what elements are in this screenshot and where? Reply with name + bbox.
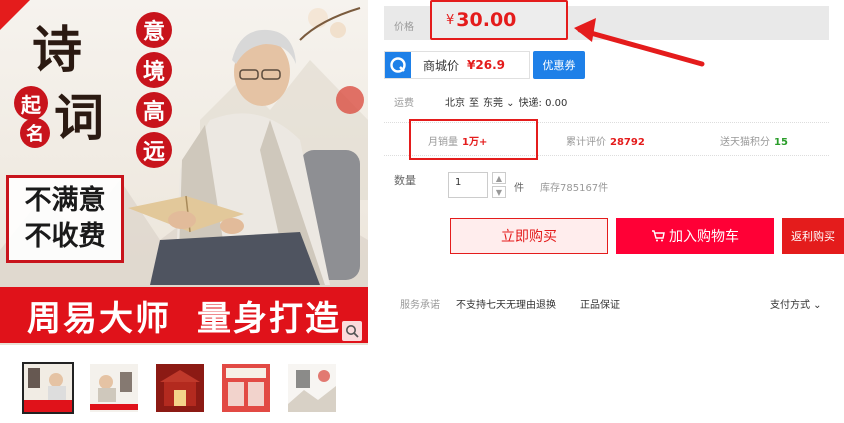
chevron-down-icon: ⌄ bbox=[810, 300, 822, 311]
payment-method-select[interactable]: 支付方式 ⌄ bbox=[770, 296, 822, 311]
product-info-panel: 价格 ¥ 30.00 商城价 ¥26.9 优惠券 运费 北京 至 东莞 ⌄ 快递… bbox=[384, 0, 844, 423]
promise-line-1: 不满意 bbox=[24, 185, 106, 216]
service-label: 服务承诺 bbox=[400, 300, 440, 311]
service-item-2: 正品保证 bbox=[580, 300, 620, 311]
quantity-unit: 件 bbox=[514, 183, 524, 194]
mall-price-label: 商城价 bbox=[423, 58, 460, 73]
points-label: 送天猫积分 bbox=[720, 137, 770, 148]
side-seal-1: 起 bbox=[14, 86, 48, 120]
reviews-value: 28792 bbox=[610, 137, 645, 148]
buy-now-button[interactable]: 立即购买 bbox=[450, 218, 608, 254]
zoom-icon[interactable] bbox=[342, 321, 362, 341]
product-banner: 周易大师 量身打造 bbox=[0, 287, 368, 343]
service-item-1: 不支持七天无理由退换 bbox=[456, 300, 556, 311]
title-char-1: 诗 bbox=[32, 20, 82, 79]
cart-icon bbox=[652, 230, 665, 242]
payment-label: 支付方式 bbox=[770, 300, 810, 311]
points-value: 15 bbox=[774, 137, 788, 148]
tmall-points: 送天猫积分 15 bbox=[720, 133, 788, 148]
shipping-method: 快递: 0.00 bbox=[518, 98, 568, 109]
promise-line-2: 不收费 bbox=[24, 221, 106, 252]
mall-price-value: ¥26.9 bbox=[467, 58, 505, 72]
product-gallery: 诗 词 起 名 意 境 高 远 不满意 不收费 周易大师 量身打造 bbox=[0, 0, 368, 423]
price-label: 价格 bbox=[394, 22, 414, 33]
thumbnail-4[interactable] bbox=[220, 362, 272, 414]
seal-char-1: 意 bbox=[136, 12, 172, 48]
add-to-cart-label: 加入购物车 bbox=[669, 229, 739, 245]
rebate-buy-button[interactable]: 返利购买 bbox=[782, 218, 844, 254]
reviews-label: 累计评价 bbox=[566, 137, 606, 148]
coupon-button[interactable]: 优惠券 bbox=[533, 51, 585, 79]
quantity-input[interactable]: 1 bbox=[448, 172, 488, 198]
mall-price-number: 26.9 bbox=[475, 58, 505, 72]
chevron-down-icon: ⌄ bbox=[503, 98, 515, 109]
price-currency: ¥ bbox=[446, 12, 455, 28]
seal-char-3: 高 bbox=[136, 92, 172, 128]
seal-char-4: 远 bbox=[136, 132, 172, 168]
shipping-to-word: 至 bbox=[469, 98, 479, 109]
tmall-logo-icon bbox=[385, 52, 411, 78]
thumbnail-1[interactable] bbox=[22, 362, 74, 414]
annotation-arrow-icon bbox=[574, 18, 705, 67]
thumbnail-strip bbox=[22, 362, 338, 414]
price-value: 30.00 bbox=[456, 9, 517, 31]
shipping-from: 北京 bbox=[445, 98, 465, 109]
shipping-label: 运费 bbox=[394, 98, 414, 109]
shipping-destination: 东莞 bbox=[483, 98, 503, 109]
banner-right-text: 量身打造 bbox=[197, 298, 341, 339]
shipping-destination-select[interactable]: 东莞 ⌄ bbox=[483, 94, 515, 109]
quantity-increase-button[interactable]: ▲ bbox=[492, 172, 506, 184]
quantity-label: 数量 bbox=[394, 174, 416, 187]
quantity-decrease-button[interactable]: ▼ bbox=[492, 186, 506, 198]
banner-left-text: 周易大师 bbox=[27, 298, 171, 339]
mall-price-row: 商城价 ¥26.9 bbox=[384, 51, 530, 79]
price-highlight-box: ¥ 30.00 bbox=[430, 0, 568, 40]
thumbnail-2[interactable] bbox=[88, 362, 140, 414]
total-reviews[interactable]: 累计评价 28792 bbox=[566, 133, 645, 148]
product-main-image[interactable]: 诗 词 起 名 意 境 高 远 不满意 不收费 周易大师 量身打造 bbox=[0, 0, 368, 345]
stock-count: 库存785167件 bbox=[540, 183, 609, 194]
add-to-cart-button[interactable]: 加入购物车 bbox=[616, 218, 774, 254]
shipping-row: 运费 北京 至 东莞 ⌄ 快递: 0.00 bbox=[394, 94, 571, 109]
sales-highlight-box bbox=[409, 119, 538, 160]
side-seal-2: 名 bbox=[20, 118, 50, 148]
service-row: 服务承诺 不支持七天无理由退换 正品保证 bbox=[400, 296, 644, 311]
thumbnail-3[interactable] bbox=[154, 362, 206, 414]
title-char-2: 词 bbox=[54, 88, 104, 147]
thumbnail-5[interactable] bbox=[286, 362, 338, 414]
promise-box: 不满意 不收费 bbox=[6, 175, 124, 263]
seal-char-2: 境 bbox=[136, 52, 172, 88]
